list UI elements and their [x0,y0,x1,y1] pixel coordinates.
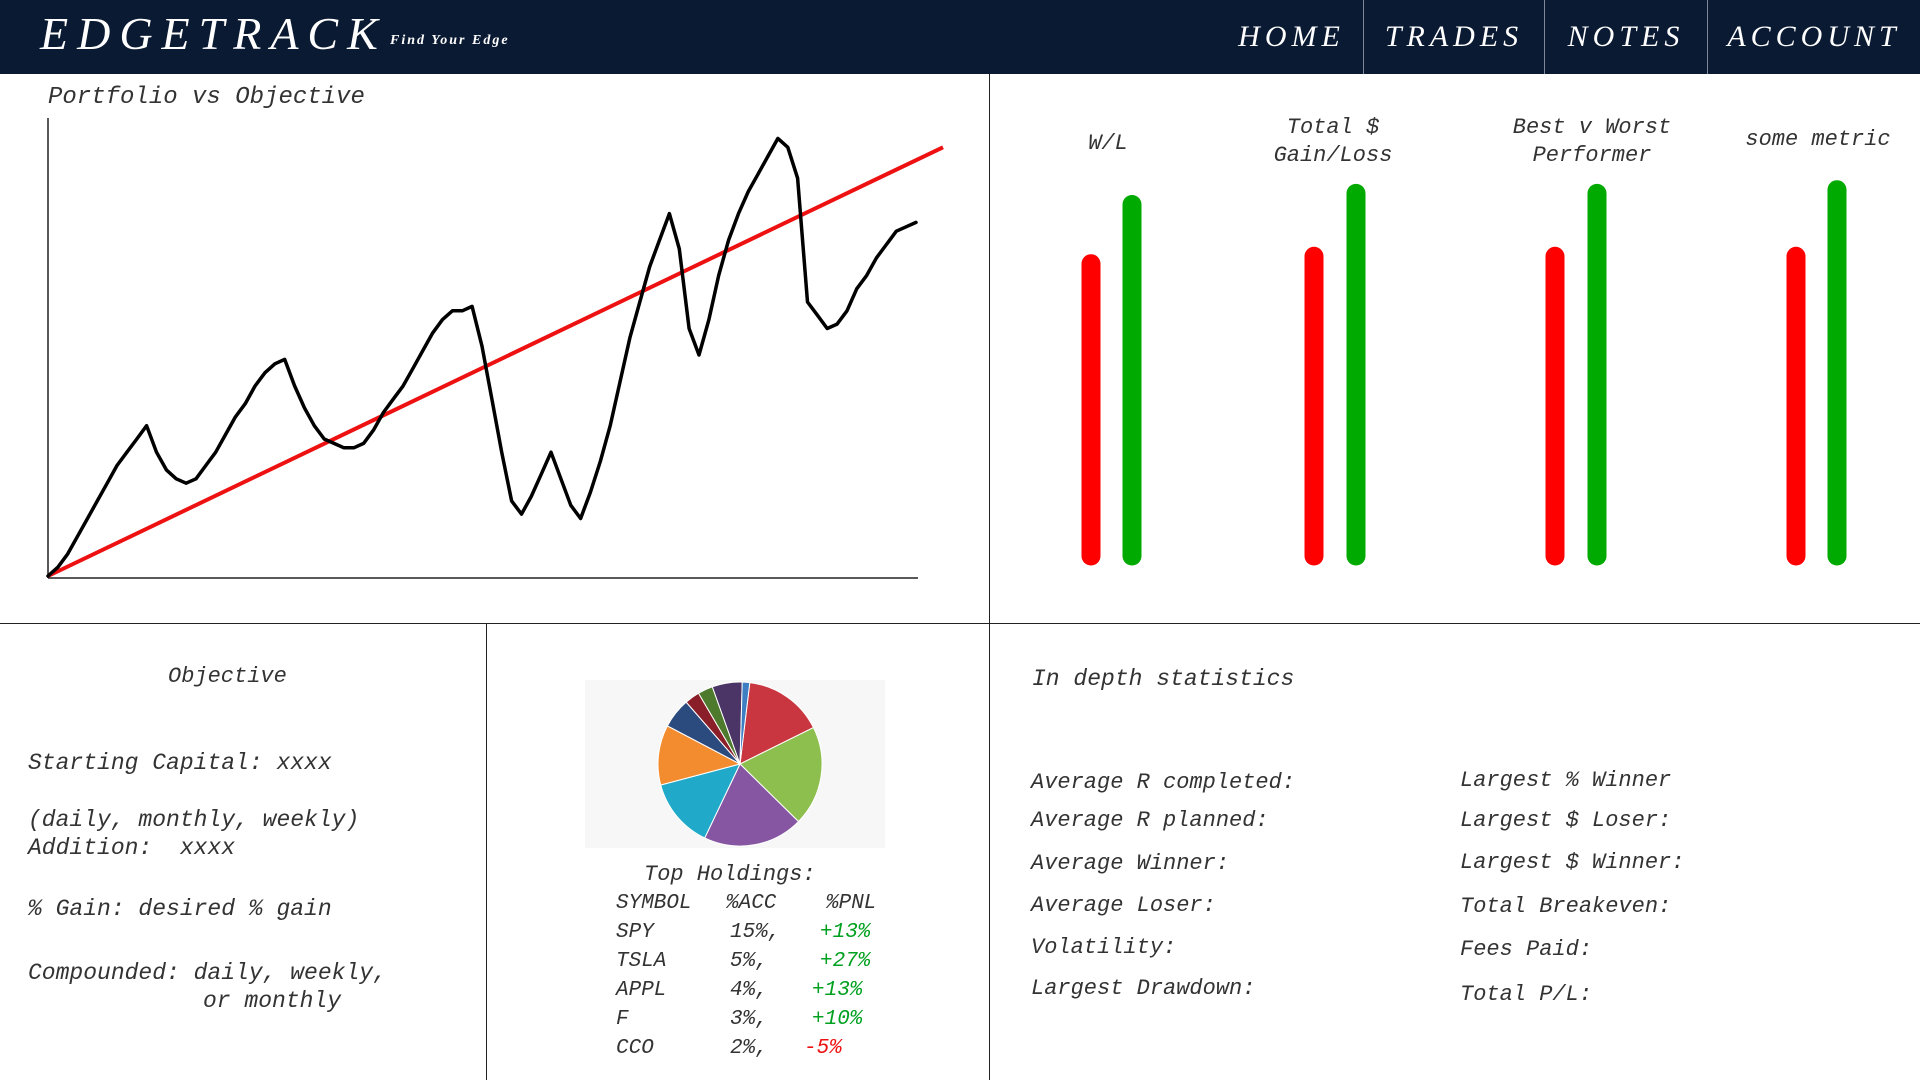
holding-acc: 4%, [730,979,768,1002]
stat-average-winner: Average Winner: [1031,851,1230,876]
holding-acc: 5%, [730,950,768,973]
holding-acc: 15%, [730,921,781,944]
holding-symbol: F [616,1008,629,1031]
column-header-acc: %ACC [726,892,777,915]
holding-symbol: TSLA [616,950,667,973]
brand-tagline: Find Your Edge [390,33,510,48]
stat-average-loser: Average Loser: [1031,893,1216,918]
main-nav: HOME TRADES NOTES ACCOUNT [1220,0,1920,74]
column-header-symbol: SYMBOL [616,892,692,915]
holding-pnl: +27% [820,950,871,973]
holding-acc: 3%, [730,1008,768,1031]
vertical-divider-main [989,74,990,1080]
nav-account-link[interactable]: ACCOUNT [1707,0,1920,74]
compounded-text: Compounded: daily, weekly, [28,960,387,986]
stat-fees-paid: Fees Paid: [1460,937,1593,962]
holding-acc: 2%, [730,1037,768,1060]
portfolio-value-line [46,136,918,578]
objective-title: Objective [168,664,287,689]
holding-symbol: CCO [616,1037,654,1060]
starting-capital-text: Starting Capital: xxxx [28,750,332,776]
stat-largest-dollar-loser: Largest $ Loser: [1460,808,1672,833]
holding-symbol: SPY [616,921,654,944]
objective-trend-line [47,145,944,578]
stat-average-r-planned: Average R planned: [1031,808,1269,833]
metric-label-some-metric: some metric [1745,127,1891,152]
gain-text: % Gain: desired % gain [28,896,332,922]
stat-volatility: Volatility: [1031,935,1177,960]
stat-largest-pct-winner: Largest % Winner [1460,768,1672,793]
compounded-text-cont: or monthly [203,988,342,1014]
column-header-pnl: %PNL [826,892,877,915]
nav-trades-link[interactable]: TRADES [1363,0,1544,74]
nav-notes-link[interactable]: NOTES [1544,0,1707,74]
addition-frequency-text: (daily, monthly, weekly) [28,807,360,833]
holding-pnl: +10% [812,1008,863,1031]
statistics-title: In depth statistics [1032,666,1295,692]
stat-total-breakeven: Total Breakeven: [1460,894,1672,919]
addition-text: Addition: xxxx [28,835,236,861]
nav-home-link[interactable]: HOME [1220,0,1363,74]
holding-pnl: -5% [804,1037,842,1060]
horizontal-divider [0,623,1920,624]
holding-symbol: APPL [616,979,667,1002]
vertical-divider-bottom [486,623,487,1080]
metric-label-best-worst: Best v Worst Performer [1512,115,1672,168]
top-navigation-bar: EDGETRACK Find Your Edge HOME TRADES NOT… [0,0,1920,74]
stat-largest-dollar-winner: Largest $ Winner: [1460,850,1685,875]
stat-total-pl: Total P/L: [1460,982,1593,1007]
holding-pnl: +13% [820,921,871,944]
holdings-title: Top Holdings: [644,862,816,887]
stat-largest-drawdown: Largest Drawdown: [1031,976,1256,1001]
metric-label-wl: W/L [1088,131,1128,156]
stat-average-r-completed: Average R completed: [1031,770,1296,795]
portfolio-line-chart [46,118,944,579]
brand-logo-text[interactable]: EDGETRACK [40,6,387,62]
metric-label-total-gain-loss: Total $ Gain/Loss [1273,115,1393,168]
holding-pnl: +13% [812,979,863,1002]
holdings-pie-chart [657,681,823,847]
